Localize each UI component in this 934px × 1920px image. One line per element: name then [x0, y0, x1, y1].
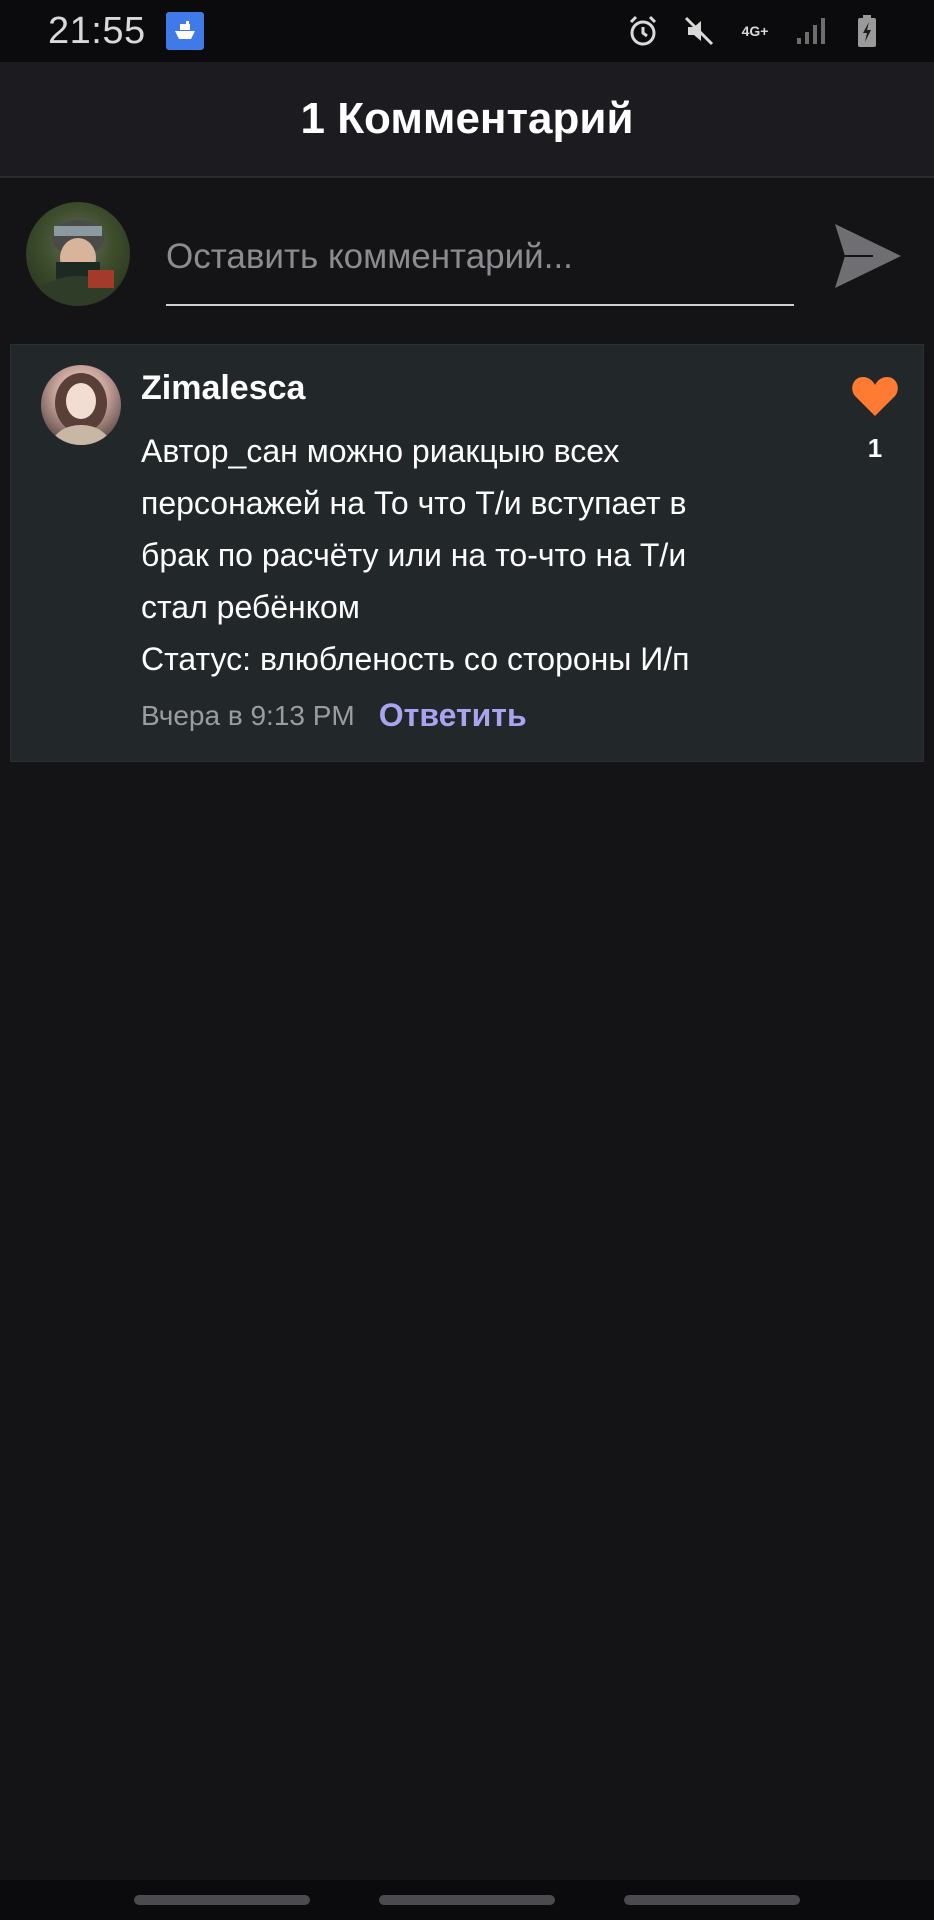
status-bar: 21:55 4G+: [0, 0, 934, 62]
mute-icon: [678, 10, 720, 52]
comment-compose: [0, 178, 934, 344]
avatar[interactable]: [26, 202, 130, 306]
comment-text: Автор_сан можно риакцыю всех персонажей …: [141, 425, 781, 685]
comment-author[interactable]: Zimalesca: [141, 369, 305, 408]
comment-text-line: стал ребёнком: [141, 589, 360, 625]
comment-meta: Вчера в 9:13 PM Ответить: [141, 697, 527, 734]
comment-text-line: персонажей на То что Т/и вступает в: [141, 485, 687, 521]
header: 1 Комментарий: [0, 62, 934, 178]
comment-timestamp: Вчера в 9:13 PM: [141, 699, 355, 731]
comment-text-line: Статус: влюбленость со стороны И/п: [141, 641, 690, 677]
like-button[interactable]: [847, 371, 903, 421]
like-count: 1: [867, 433, 883, 463]
heart-icon: [852, 377, 898, 416]
comment-item: Zimalesca Автор_сан можно риакцыю всех п…: [10, 344, 924, 762]
signal-icon: [790, 10, 832, 52]
status-time: 21:55: [48, 9, 146, 52]
comment-text-line: Автор_сан можно риакцыю всех: [141, 433, 620, 469]
page-title: 1 Комментарий: [300, 94, 634, 143]
comment-input[interactable]: [166, 224, 794, 304]
comment-text-line: брак по расчёту или на то-что на Т/и: [141, 537, 687, 573]
battery-charging-icon: [846, 10, 888, 52]
reply-button[interactable]: Ответить: [379, 697, 527, 734]
nav-back-button[interactable]: [623, 1895, 800, 1905]
alarm-icon: [622, 10, 664, 52]
nav-home-button[interactable]: [378, 1895, 555, 1905]
nav-recents-button[interactable]: [134, 1895, 311, 1905]
boat-icon: [165, 12, 204, 50]
comment-input-wrapper: [166, 224, 794, 306]
avatar[interactable]: [41, 365, 121, 445]
system-nav-bar: [0, 1880, 934, 1920]
send-icon: [835, 224, 901, 288]
status-icons: 4G+: [622, 10, 888, 52]
send-button[interactable]: [830, 218, 906, 294]
network-4g-icon: 4G+: [741, 23, 769, 39]
